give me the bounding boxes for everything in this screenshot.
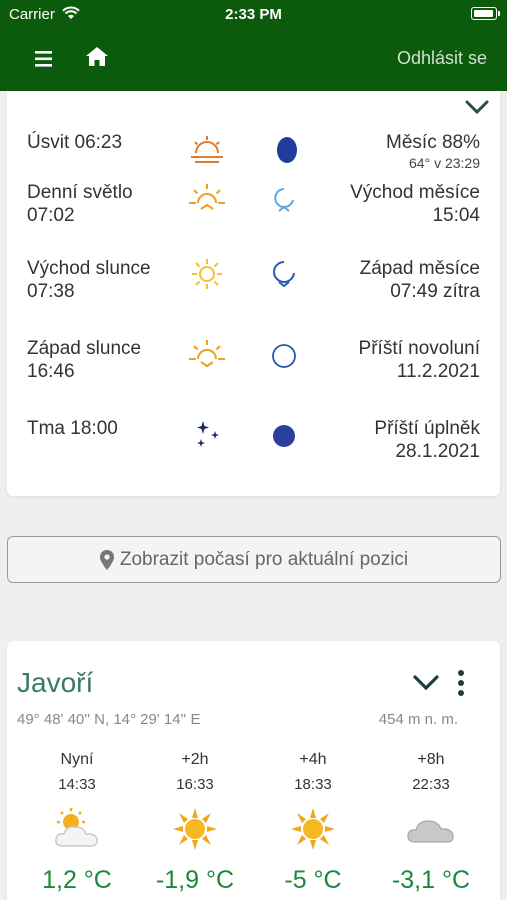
forecast-label: +8h	[417, 751, 445, 768]
forecast-column[interactable]: +4h 18:33 -5 °C	[253, 751, 373, 895]
moonrise-icon	[274, 188, 294, 212]
status-bar: Carrier 2:33 PM	[0, 0, 507, 28]
moonset-icon	[273, 261, 295, 288]
stars-icon	[197, 421, 219, 447]
daylight-text: Denní světlo 07:02	[27, 182, 133, 226]
forecast-time: 18:33	[294, 776, 332, 793]
forecast-time: 16:33	[176, 776, 214, 793]
partly-sunny-icon	[55, 808, 98, 847]
forecast-column[interactable]: Nyní 14:33 1,2 °C	[17, 751, 137, 895]
forecast-time: 22:33	[412, 776, 450, 793]
forecast-column[interactable]: +8h 22:33 -3,1 °C	[371, 751, 491, 895]
sunrise-text: Východ slunce 07:38	[27, 258, 151, 302]
sun-icon	[173, 808, 217, 850]
daylight-icon	[189, 184, 225, 210]
full-moon-icon	[273, 425, 295, 447]
more-options-icon[interactable]	[454, 669, 468, 697]
forecast-time: 14:33	[58, 776, 96, 793]
forecast-label: +2h	[181, 751, 209, 768]
clock: 2:33 PM	[225, 6, 282, 23]
sun-moon-card: Úsvit 06:23 Měsíc 88% 64° v 23:29 Denní …	[7, 91, 500, 496]
location-name: Javoří	[17, 667, 94, 698]
nav-bar: Odhlásit se	[0, 28, 507, 91]
chevron-down-icon[interactable]	[464, 97, 490, 117]
dawn-icon	[191, 136, 223, 163]
moonrise-text: Východ měsíce 15:04	[350, 182, 480, 226]
location-altitude: 454 m n. m.	[378, 711, 458, 728]
chevron-down-icon[interactable]	[412, 671, 440, 693]
moon-phase-icon	[277, 137, 297, 163]
sunset-text: Západ slunce 16:46	[27, 338, 142, 382]
forecast-temperature: -1,9 °C	[155, 866, 235, 894]
show-current-position-button[interactable]: Zobrazit počasí pro aktuální pozici	[7, 536, 501, 583]
forecast-temperature: -5 °C	[284, 866, 342, 894]
sun-icon	[291, 808, 335, 850]
dawn-text: Úsvit 06:23	[27, 132, 123, 153]
forecast-temperature: 1,2 °C	[42, 866, 112, 894]
moonset-text: Západ měsíce 07:49 zítra	[359, 258, 480, 302]
forecast-column[interactable]: +2h 16:33 -1,9 °C	[135, 751, 255, 895]
forecast-temperature: -3,1 °C	[391, 866, 471, 894]
new-moon-icon	[272, 344, 296, 368]
sunrise-icon	[192, 259, 222, 289]
forecast-label: +4h	[299, 751, 327, 768]
logout-link[interactable]: Odhlásit se	[397, 48, 487, 69]
next-full-moon-text: Příští úplněk 28.1.2021	[374, 418, 480, 462]
location-card: Javoří 49° 48' 40'' N, 14° 29' 14'' E 45…	[7, 641, 500, 900]
moon-illumination: Měsíc 88% 64° v 23:29	[386, 132, 480, 171]
map-pin-icon	[99, 549, 114, 570]
location-coordinates: 49° 48' 40'' N, 14° 29' 14'' E	[17, 711, 201, 728]
show-current-position-label: Zobrazit počasí pro aktuální pozici	[119, 548, 409, 570]
dusk-text: Tma 18:00	[27, 418, 118, 439]
battery-icon	[471, 7, 500, 20]
forecast-label: Nyní	[60, 751, 94, 768]
next-new-moon-text: Příští novoluní 11.2.2021	[358, 338, 480, 382]
menu-icon[interactable]	[32, 48, 58, 70]
sunset-icon	[189, 340, 225, 368]
cloud-icon	[407, 820, 454, 843]
home-icon[interactable]	[84, 44, 110, 70]
